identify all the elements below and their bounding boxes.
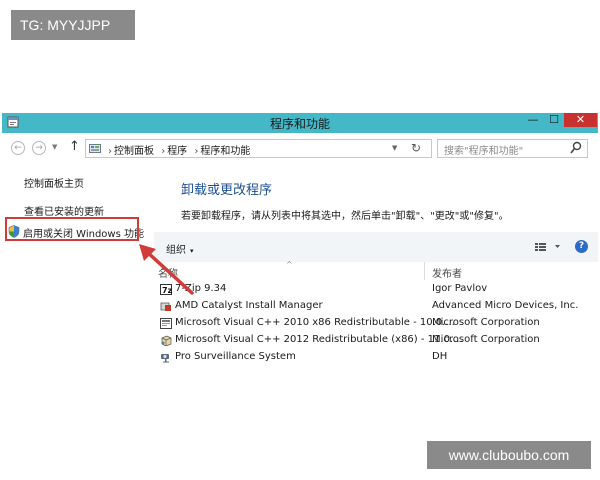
program-name: Microsoft Visual C++ 2012 Redistributabl…: [175, 334, 463, 345]
view-options-icon[interactable]: [533, 240, 563, 254]
list-item[interactable]: Microsoft Visual C++ 2012 Redistributabl…: [154, 332, 598, 349]
list-item[interactable]: Pro Surveillance System DH: [154, 349, 598, 366]
page-title: 卸载或更改程序: [181, 183, 273, 198]
search-placeholder: 搜索"程序和功能": [444, 146, 524, 157]
program-publisher: Advanced Micro Devices, Inc.: [432, 300, 579, 311]
program-publisher: Igor Pavlov: [432, 283, 488, 294]
recent-locations-icon[interactable]: ▼: [52, 143, 57, 151]
camera-icon: [161, 354, 169, 363]
watermark-site: www.cluboubo.com: [427, 441, 591, 469]
search-box[interactable]: 搜索"程序和功能": [437, 139, 588, 158]
program-list: 7z 7-Zip 9.34 Igor Pavlov AMD Catalyst I…: [154, 281, 598, 366]
address-history-icon[interactable]: ▼: [392, 144, 397, 152]
instruction-text: 若要卸载程序，请从列表中将其选中，然后单击"卸载"、"更改"或"修复"。: [181, 211, 509, 222]
sort-indicator-icon: ^: [286, 260, 293, 269]
maximize-button[interactable]: ☐: [545, 113, 563, 127]
help-button[interactable]: ?: [575, 240, 588, 253]
program-name: AMD Catalyst Install Manager: [175, 300, 323, 311]
left-pane: 控制面板主页 查看已安装的更新 启用或关闭 Windows 功能: [2, 163, 154, 367]
program-publisher: Microsoft Corporation: [432, 317, 540, 328]
breadcrumb-programs[interactable]: 程序: [167, 146, 187, 157]
column-publisher[interactable]: 发布者: [432, 265, 462, 280]
control-panel-icon: [89, 144, 101, 153]
program-publisher: DH: [432, 351, 448, 362]
amd-icon: [160, 302, 171, 311]
title-bar[interactable]: 程序和功能 — ☐ ✕: [2, 113, 598, 133]
back-button[interactable]: ←: [11, 141, 25, 155]
watermark-tag: TG: MYYJJPP: [11, 10, 135, 40]
breadcrumb-separator: ›: [194, 146, 199, 157]
breadcrumb-control-panel[interactable]: 控制面板: [114, 146, 154, 157]
column-divider[interactable]: [424, 262, 425, 280]
main-content: 卸载或更改程序 若要卸载程序，请从列表中将其选中，然后单击"卸载"、"更改"或"…: [154, 163, 598, 367]
command-bar: 组织 ▾ ?: [154, 232, 598, 262]
program-name: Pro Surveillance System: [175, 351, 296, 362]
column-header: ^ 名称 发布者: [154, 260, 598, 280]
breadcrumb-programs-features[interactable]: 程序和功能: [200, 146, 250, 157]
minimize-button[interactable]: —: [524, 113, 542, 127]
address-bar-row: ← → ▼ ↑ › 控制面板 › 程序 › 程序和功能 ▼ ↻ 搜索"程序和功能": [2, 133, 598, 163]
address-bar[interactable]: › 控制面板 › 程序 › 程序和功能 ▼ ↻: [85, 139, 432, 158]
window-title: 程序和功能: [269, 117, 330, 131]
up-button[interactable]: ↑: [69, 139, 80, 154]
view-installed-updates-link[interactable]: 查看已安装的更新: [24, 203, 104, 218]
installer-icon: [160, 318, 172, 329]
refresh-button[interactable]: ↻: [411, 141, 421, 155]
program-publisher: Microsoft Corporation: [432, 334, 540, 345]
control-panel-home-link[interactable]: 控制面板主页: [24, 175, 84, 190]
programs-window: 程序和功能 — ☐ ✕ ← → ▼ ↑ › 控制面板 › 程序 › 程序和功能 ▼ ↻…: [2, 113, 598, 367]
installer-box-icon: [161, 335, 172, 346]
list-item[interactable]: 7z 7-Zip 9.34 Igor Pavlov: [154, 281, 598, 298]
breadcrumb: › 控制面板 › 程序 › 程序和功能: [106, 142, 252, 157]
close-button[interactable]: ✕: [564, 113, 597, 127]
breadcrumb-separator: ›: [161, 146, 166, 157]
breadcrumb-separator: ›: [108, 146, 112, 157]
annotation-arrow-icon: [139, 244, 194, 295]
program-name: Microsoft Visual C++ 2010 x86 Redistribu…: [175, 317, 455, 328]
list-item[interactable]: AMD Catalyst Install Manager Advanced Mi…: [154, 298, 598, 315]
search-icon[interactable]: [570, 141, 582, 155]
forward-button[interactable]: →: [32, 141, 46, 155]
feature-link-highlight: [5, 217, 139, 241]
list-item[interactable]: Microsoft Visual C++ 2010 x86 Redistribu…: [154, 315, 598, 332]
